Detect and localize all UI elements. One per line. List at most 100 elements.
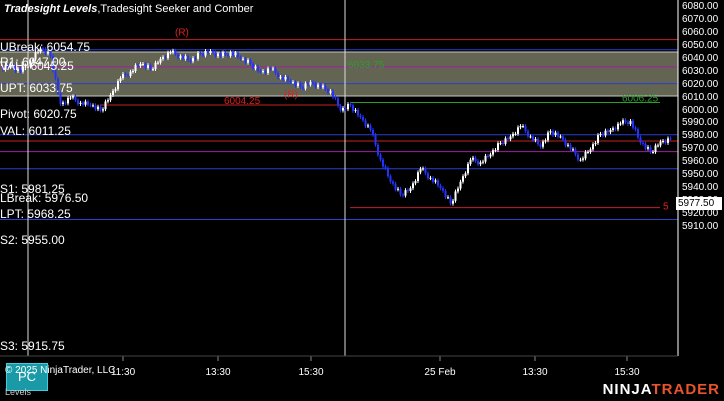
price-chart[interactable]: (R) (R) 6004.25 6006.25 6033.75 5 (0, 0, 724, 401)
candle-body (309, 82, 312, 85)
candle-body (372, 129, 374, 135)
chart-annotation: 6004.25 (224, 96, 261, 107)
candle-body (444, 190, 447, 198)
candle-body (594, 142, 597, 145)
candle-body (484, 155, 487, 162)
candle-body (214, 52, 217, 57)
candle-body (312, 82, 314, 84)
candle-body (477, 160, 479, 165)
time-tick-label: 13:30 (205, 367, 231, 378)
candle-body (72, 96, 74, 98)
price-tick-label: 6040.00 (682, 52, 719, 64)
price-tick-label: 6020.00 (682, 78, 719, 90)
candle-body (539, 144, 542, 147)
candle-body (84, 101, 87, 105)
candle-body (147, 65, 149, 68)
level-label-s2: S2: 5955.00 (0, 233, 65, 247)
candle-body (669, 138, 672, 140)
candle-body (219, 53, 222, 57)
candle-body (637, 129, 639, 138)
candle-body (509, 136, 512, 140)
candle-body (434, 180, 437, 182)
candle-body (237, 52, 239, 58)
candle-body (489, 154, 492, 157)
candle-body (252, 63, 254, 69)
candle-body (217, 53, 219, 57)
candle-body (207, 50, 209, 53)
candle-body (422, 168, 424, 170)
candle-body (354, 109, 357, 111)
level-label-vah: VAH: 6045.25 (0, 59, 74, 73)
candle-body (664, 140, 667, 143)
candle-body (582, 158, 584, 160)
candle-body (367, 125, 369, 127)
candle-body (74, 96, 77, 101)
candle-body (342, 107, 344, 111)
candle-body (152, 69, 154, 71)
candle-body (432, 177, 434, 182)
level-label-lpt: LPT: 5968.25 (0, 207, 71, 221)
candle-body (542, 141, 544, 147)
candle-body (569, 144, 572, 150)
price-tick-label: 6050.00 (682, 39, 719, 51)
time-tick-label: 15:30 (298, 367, 324, 378)
candle-body (449, 197, 452, 204)
candle-body (264, 71, 267, 73)
candle-body (289, 80, 292, 83)
candle-body (172, 50, 174, 53)
candle-body (404, 190, 407, 196)
candle-body (204, 50, 207, 56)
candle-body (242, 58, 244, 60)
candle-body (517, 127, 519, 134)
price-tick-label: 6060.00 (682, 26, 719, 38)
candle-body (132, 71, 134, 73)
price-tick-label: 5980.00 (682, 130, 719, 142)
candle-body (632, 120, 634, 128)
price-tick-label: 5970.00 (682, 143, 719, 155)
candle-body (597, 135, 599, 143)
candle-body (527, 131, 529, 137)
candle-body (284, 76, 287, 80)
candle-body (564, 139, 567, 146)
candle-body (347, 104, 349, 110)
candle-body (414, 181, 417, 184)
candle-body (634, 127, 637, 130)
candle-body (62, 102, 64, 105)
candle-body (82, 102, 84, 105)
candle-body (494, 149, 497, 151)
level-label-upt: UPT: 6033.75 (0, 81, 73, 95)
candle-body (269, 68, 272, 70)
candle-body (129, 71, 132, 76)
candle-body (397, 188, 399, 190)
candle-body (612, 128, 614, 130)
price-tick-label: 5910.00 (682, 220, 719, 232)
candle-body (587, 151, 589, 153)
candle-body (189, 60, 192, 62)
candle-body (224, 52, 227, 55)
candle-body (387, 168, 389, 177)
candle-body (604, 130, 607, 136)
candle-body (222, 52, 224, 57)
candle-body (547, 132, 549, 141)
candle-body (357, 109, 359, 116)
candle-body (659, 141, 662, 146)
candle-body (409, 188, 412, 192)
candle-body (259, 71, 262, 73)
price-tick-label: 6000.00 (682, 104, 719, 116)
chart-annotation: 5 (663, 202, 669, 213)
candle-body (127, 74, 129, 76)
candle-body (199, 52, 202, 54)
candle-body (292, 82, 294, 84)
candle-body (227, 54, 229, 56)
candle-body (609, 129, 612, 133)
level-label-s3: S3: 5915.75 (0, 339, 65, 353)
candle-body (329, 91, 332, 93)
candle-body (304, 83, 307, 89)
price-tick-label: 5920.00 (682, 208, 719, 220)
candle-body (392, 181, 394, 184)
candle-body (114, 89, 117, 91)
candle-body (502, 142, 504, 144)
candle-body (87, 101, 89, 105)
candle-body (144, 63, 147, 68)
candle-body (529, 136, 532, 138)
